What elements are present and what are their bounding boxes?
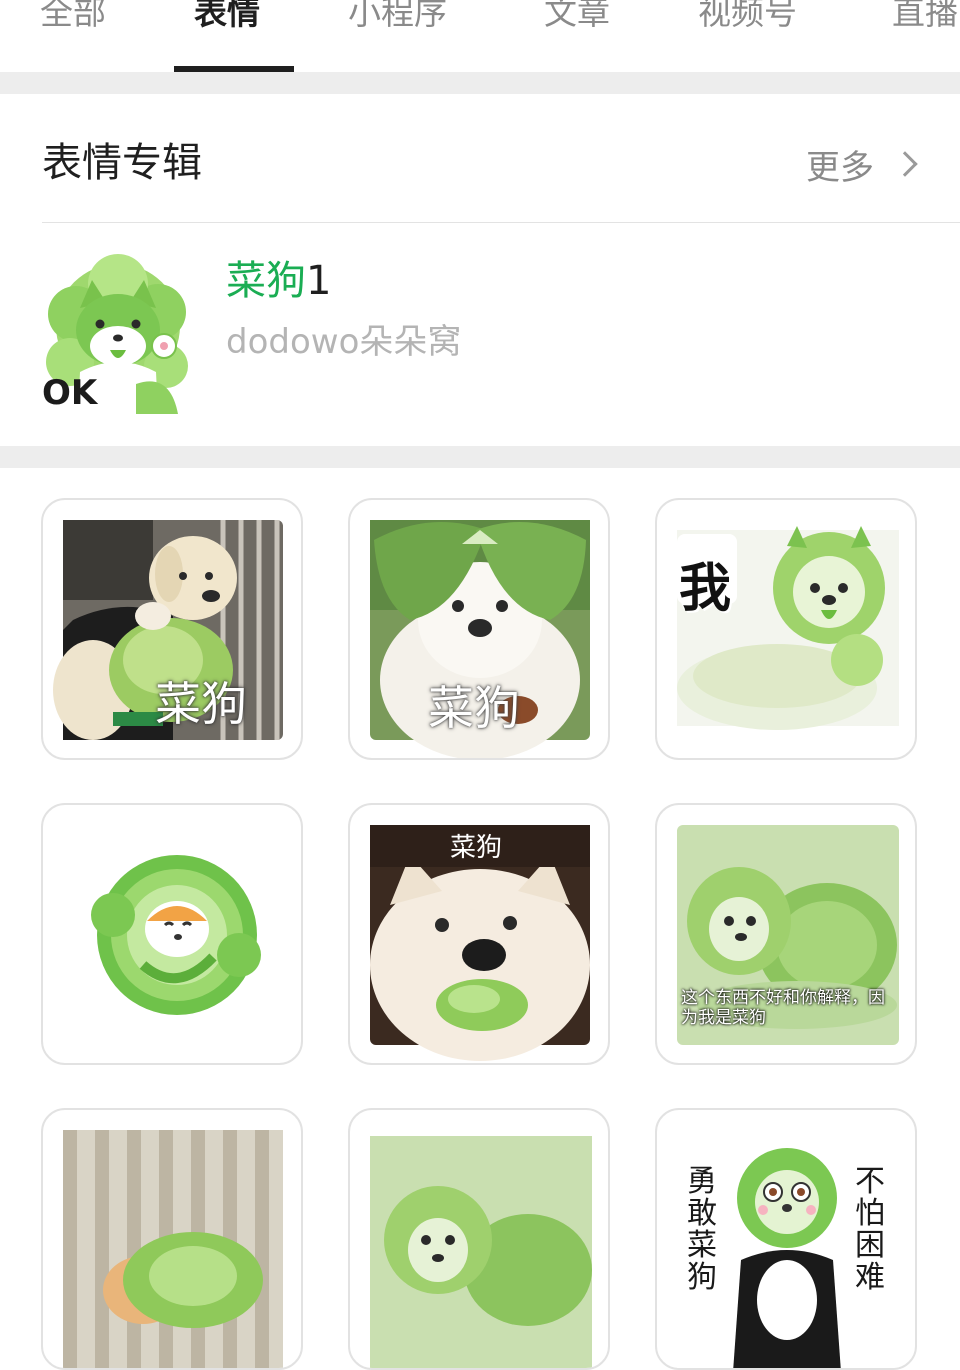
album-name-highlight: 菜狗 <box>226 258 306 304</box>
sticker-caption: 我 <box>679 559 732 619</box>
divider <box>42 222 960 223</box>
sticker-item-4[interactable] <box>41 803 303 1065</box>
album-name: 菜狗1 <box>226 254 331 308</box>
more-button[interactable]: 更多 <box>806 140 918 188</box>
section-separator <box>0 446 960 468</box>
tab-channels[interactable]: 视频号 <box>698 0 797 38</box>
sticker-caption-left: 勇敢菜狗 <box>687 1164 717 1295</box>
tab-all[interactable]: 全部 <box>40 0 106 38</box>
section-separator <box>0 72 960 94</box>
category-tab-bar: 全部 表情 小程序 文章 视频号 直播 <box>0 0 960 72</box>
section-title: 表情专辑 <box>42 140 202 186</box>
tab-live[interactable]: 直播 <box>892 0 958 38</box>
sticker-caption-right: 不怕困难 <box>855 1164 885 1295</box>
sticker-caption: 菜狗 <box>428 681 520 735</box>
sticker-caption: 菜狗 <box>155 677 247 731</box>
album-name-suffix: 1 <box>306 258 332 304</box>
tab-mini-programs[interactable]: 小程序 <box>348 0 447 38</box>
tab-stickers[interactable]: 表情 <box>194 0 260 38</box>
tab-articles[interactable]: 文章 <box>544 0 610 38</box>
chevron-right-icon <box>892 151 918 177</box>
sticker-item-1[interactable]: 菜狗 <box>41 498 303 760</box>
ok-text: OK <box>42 373 99 413</box>
sticker-item-3[interactable]: 我 <box>655 498 917 760</box>
sticker-caption-line2: 为我是菜狗 <box>681 1008 766 1028</box>
sticker-item-2[interactable]: 菜狗 <box>348 498 610 760</box>
sticker-item-6[interactable]: 这个东西不好和你解释，因 为我是菜狗 <box>655 803 917 1065</box>
sticker-item-9[interactable]: 勇敢菜狗 不怕困难 <box>655 1108 917 1370</box>
album-author: dodowo朵朵窝 <box>226 322 462 362</box>
sticker-item-5[interactable]: 菜狗 <box>348 803 610 1065</box>
more-label: 更多 <box>806 147 874 188</box>
sticker-item-7[interactable] <box>41 1108 303 1370</box>
album-thumbnail: OK <box>40 254 190 414</box>
sticker-item-8[interactable] <box>348 1108 610 1370</box>
sticker-caption: 菜狗 <box>450 833 503 863</box>
